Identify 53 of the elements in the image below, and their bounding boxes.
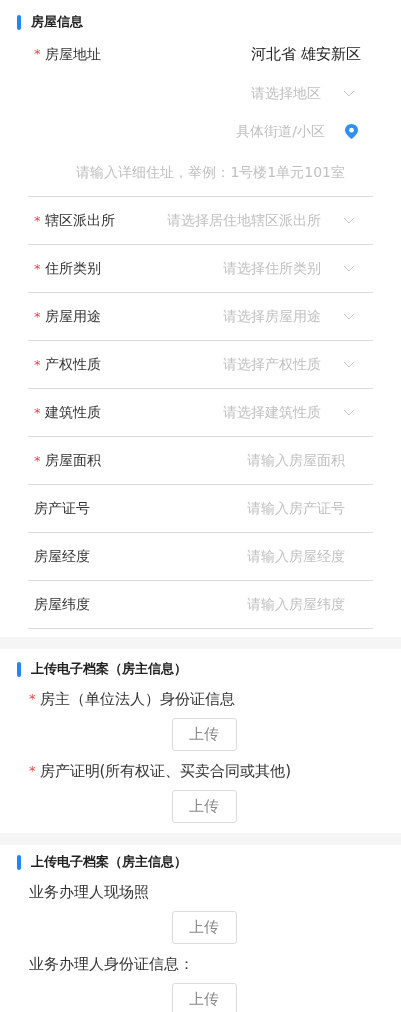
input-field[interactable]: 请输入房屋面积 [193,450,373,471]
street-field[interactable]: 具体街道/小区 [236,120,325,142]
field-label: 房屋地址 [44,44,101,64]
required-mark: * [34,451,41,470]
field-label: 房屋用途 [44,307,101,326]
upload-button[interactable]: 上传 [171,983,237,1012]
upload-label: 房产证明(所有权证、买卖合同或其他) [39,760,292,782]
select-field[interactable]: 请选择建筑性质 [223,402,373,423]
upload-label: 业务办理人身份证信息： [29,953,194,975]
field-label: 住所类别 [44,259,101,278]
upload-label: 房主（单位法人）身份证信息 [39,688,235,710]
field-label: 房屋纬度 [34,595,90,614]
section-title: 上传电子档案（房主信息） [31,660,187,679]
input-field[interactable]: 请输入房产证号 [193,498,373,519]
required-mark: * [34,259,41,278]
section-title: 房屋信息 [31,13,83,32]
required-mark: * [34,307,41,326]
field-label: 房屋经度 [34,547,90,566]
select-field[interactable]: 请选择居住地辖区派出所 [167,210,373,231]
required-mark: * [34,403,41,422]
select-field[interactable]: 请选择房屋用途 [223,306,373,327]
section-marker [17,661,21,677]
address-value: 河北省 雄安新区 [251,43,361,65]
section-title: 上传电子档案（房主信息） [31,853,187,872]
input-field[interactable]: 请输入房屋纬度 [193,594,373,615]
chevron-down-icon [343,313,355,320]
required-mark: * [34,355,41,374]
field-label: 房产证号 [34,499,90,518]
chevron-down-icon [343,89,355,97]
field-label: 房屋面积 [44,451,101,470]
input-field[interactable]: 请输入房屋经度 [193,546,373,567]
required-mark: * [29,762,36,781]
region-select[interactable]: 请选择地区 [28,73,373,113]
field-label: 辖区派出所 [44,211,115,230]
chevron-down-icon [343,409,355,416]
upload-button[interactable]: 上传 [171,718,237,751]
section-marker [17,14,21,30]
required-mark: * [34,45,41,64]
upload-button[interactable]: 上传 [171,911,237,944]
field-label: 产权性质 [44,355,101,374]
chevron-down-icon [343,217,355,224]
chevron-down-icon [343,265,355,272]
select-field[interactable]: 请选择住所类别 [223,258,373,279]
upload-button[interactable]: 上传 [171,790,237,823]
chevron-down-icon [343,361,355,368]
select-field[interactable]: 请选择产权性质 [223,354,373,375]
field-label: 建筑性质 [44,403,101,422]
location-pin-icon [345,123,358,139]
required-mark: * [29,690,36,709]
section-marker [17,854,21,870]
upload-label: 业务办理人现场照 [29,881,149,903]
required-mark: * [34,211,41,230]
address-detail-field[interactable]: 请输入详细住址，举例：1号楼1单元101室 [28,149,373,197]
